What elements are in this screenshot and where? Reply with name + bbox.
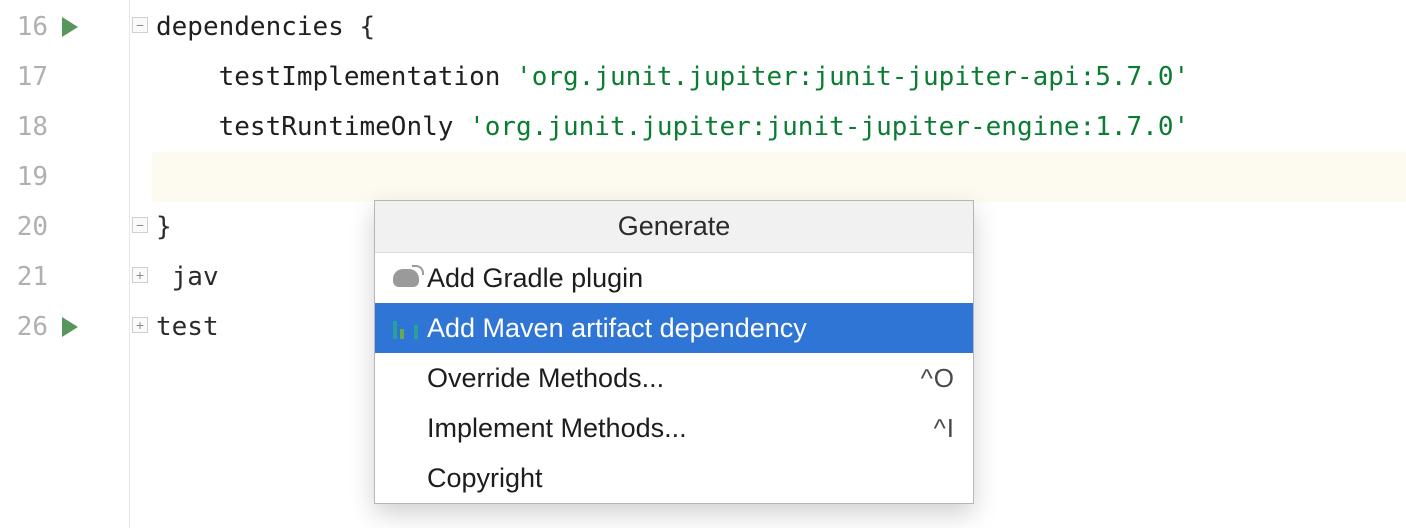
run-icon[interactable]: [62, 317, 78, 337]
editor-gutter: 16 17 18 19 20 21 26: [0, 0, 130, 528]
gradle-icon: [393, 269, 427, 287]
token-method: testImplementation: [219, 64, 516, 90]
line-number: 18: [8, 114, 48, 140]
menu-item-override-methods[interactable]: Override Methods... ^O: [375, 353, 973, 403]
fold-column: − − + +: [130, 0, 152, 528]
menu-item-label: Copyright: [427, 465, 941, 492]
menu-item-shortcut: ^I: [920, 415, 955, 441]
fold-toggle-icon[interactable]: +: [132, 267, 148, 283]
menu-item-add-maven-artifact[interactable]: Add Maven artifact dependency: [375, 303, 973, 353]
gutter-row[interactable]: 26: [0, 302, 129, 352]
line-number: 17: [8, 64, 48, 90]
token-text: jav: [156, 264, 219, 290]
fold-toggle-icon[interactable]: −: [132, 217, 148, 233]
line-number: 19: [8, 164, 48, 190]
code-editor: 16 17 18 19 20 21 26 − − + + dependenc: [0, 0, 1406, 528]
gutter-row[interactable]: 18: [0, 102, 129, 152]
maven-icon: [393, 317, 427, 339]
token-string: 'org.junit.jupiter:junit-jupiter-engine:…: [469, 114, 1189, 140]
menu-item-label: Override Methods...: [427, 365, 907, 392]
token-brace: }: [156, 214, 172, 240]
menu-item-label: Implement Methods...: [427, 415, 920, 442]
code-area[interactable]: dependencies { testImplementation 'org.j…: [152, 0, 1406, 528]
gutter-row[interactable]: 19: [0, 152, 129, 202]
menu-item-label: Add Maven artifact dependency: [427, 315, 941, 342]
menu-item-label: Add Gradle plugin: [427, 265, 941, 292]
generate-popup: Generate Add Gradle plugin Add Maven art…: [374, 200, 974, 504]
code-line[interactable]: testImplementation 'org.junit.jupiter:ju…: [152, 52, 1406, 102]
menu-item-shortcut: ^O: [907, 365, 955, 391]
line-number: 16: [8, 14, 48, 40]
menu-item-copyright[interactable]: Copyright: [375, 453, 973, 503]
gutter-row[interactable]: 17: [0, 52, 129, 102]
popup-title: Generate: [375, 201, 973, 253]
line-number: 26: [8, 314, 48, 340]
gutter-row[interactable]: 20: [0, 202, 129, 252]
run-icon[interactable]: [62, 17, 78, 37]
code-line[interactable]: testRuntimeOnly 'org.junit.jupiter:junit…: [152, 102, 1406, 152]
gutter-row[interactable]: 21: [0, 252, 129, 302]
gutter-row[interactable]: 16: [0, 2, 129, 52]
menu-item-add-gradle-plugin[interactable]: Add Gradle plugin: [375, 253, 973, 303]
line-number: 20: [8, 214, 48, 240]
fold-toggle-icon[interactable]: +: [132, 317, 148, 333]
line-number: 21: [8, 264, 48, 290]
token-text: test: [156, 314, 219, 340]
code-line-current[interactable]: [152, 152, 1406, 202]
token-method: testRuntimeOnly: [219, 114, 469, 140]
token-brace: {: [344, 14, 375, 40]
token-keyword: dependencies: [156, 14, 344, 40]
menu-item-implement-methods[interactable]: Implement Methods... ^I: [375, 403, 973, 453]
code-line[interactable]: dependencies {: [152, 2, 1406, 52]
token-string: 'org.junit.jupiter:junit-jupiter-api:5.7…: [516, 64, 1189, 90]
fold-toggle-icon[interactable]: −: [132, 17, 148, 33]
